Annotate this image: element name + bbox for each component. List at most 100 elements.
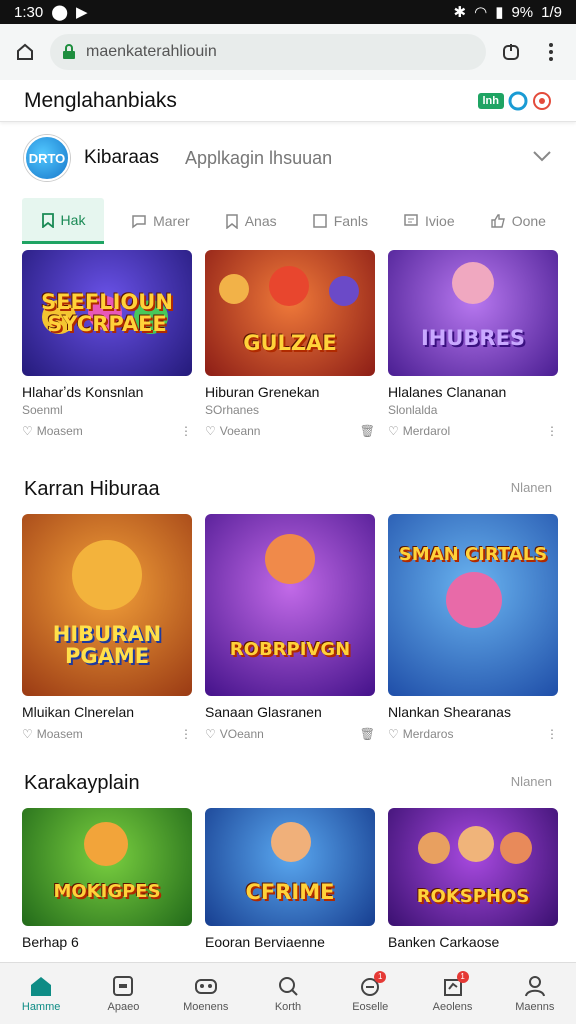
card-subtitle: Soenml <box>22 403 63 417</box>
play-icon: ▶ <box>76 4 88 21</box>
tab-fanls[interactable]: Fanls <box>304 198 376 244</box>
tab-hak[interactable]: Hak <box>22 198 104 244</box>
app-info-row[interactable]: DRTO Kibaraas Applkagin lhsuuan <box>0 126 576 190</box>
game-thumbnail[interactable]: SMAN CIRTALS <box>388 514 558 696</box>
menu-button[interactable] <box>536 37 566 67</box>
card-meta-text: Moasem <box>36 424 83 438</box>
nav-item-search[interactable]: Korth <box>252 975 324 1013</box>
delete-icon[interactable]: 🗑︎ <box>360 727 375 741</box>
user-icon <box>524 975 545 996</box>
nav-item-aeolens[interactable]: 1 Aeolens <box>417 970 489 1013</box>
card-meta: ♡ VOeann 🗑︎ <box>205 727 375 741</box>
url-bar[interactable]: maenkaterahliouin <box>50 34 486 70</box>
nav-label: Aeolens <box>432 1000 473 1013</box>
status-extra: 1/9 <box>541 3 562 21</box>
card-row-2: HIBURAN PGAME Mluikan Clnerelan ♡ Moasem … <box>22 514 558 741</box>
chevron-down-icon[interactable] <box>532 149 552 167</box>
card-title: Sanaan Glasranen <box>205 704 322 720</box>
nav-item-profile[interactable]: Maenns <box>499 975 571 1013</box>
section-more-link[interactable]: Nlanen <box>511 774 552 789</box>
notification-badge: 1 <box>456 970 469 983</box>
power-icon <box>503 44 519 60</box>
card-title: Banken Carkaose <box>388 934 500 950</box>
tab-label: Marer <box>153 213 190 229</box>
game-logo: ROBRPIVGN <box>229 638 351 660</box>
tab-label: Oone <box>511 213 546 229</box>
message-icon <box>404 214 418 226</box>
tab-label: Hak <box>60 211 86 228</box>
page-title: Menglahanbiaks <box>24 88 177 112</box>
game-thumbnail[interactable]: MOKIGPES <box>22 808 192 926</box>
home-icon <box>31 976 52 996</box>
wifi-icon: ◠ <box>474 4 488 21</box>
nav-item-eoselle[interactable]: 1 Eoselle <box>334 970 406 1013</box>
app-name: Kibaraas <box>84 147 159 168</box>
game-logo: MOKIGPES <box>53 880 161 902</box>
game-thumbnail[interactable]: CFRIME <box>205 808 375 926</box>
tab-marer[interactable]: Marer <box>123 198 198 244</box>
card-meta-text: Merdarol <box>402 424 451 438</box>
game-thumbnail[interactable]: HIBURAN PGAME <box>22 514 192 696</box>
game-card[interactable]: MOKIGPES Berhap 6 <box>22 808 192 950</box>
game-thumbnail[interactable]: ROKSPHOS <box>388 808 558 926</box>
game-thumbnail[interactable]: ROBRPIVGN <box>205 514 375 696</box>
app-round-icon[interactable] <box>508 91 528 111</box>
card-meta-text: Moasem <box>36 727 83 741</box>
game-card[interactable]: SEEFLIOUN SYCRPAEE Hlaharʼds Konsnlan So… <box>22 250 192 438</box>
card-subtitle: SOrhanes <box>205 403 260 417</box>
game-logo: SEEFLIOUN SYCRPAEE <box>41 289 173 336</box>
game-logo: SMAN CIRTALS <box>398 543 548 565</box>
heart-icon: ♡ <box>22 424 33 438</box>
section-title: Karakayplain <box>24 772 140 794</box>
card-title: Hiburan Grenekan <box>205 384 320 400</box>
header-badge[interactable]: lnh <box>477 92 504 109</box>
app-logo: DRTO <box>24 135 70 181</box>
heart-icon: ♡ <box>22 727 33 741</box>
notification-icon: ⬤ <box>51 4 68 21</box>
more-icon[interactable]: ⋮ <box>180 727 192 741</box>
nav-item-apaeo[interactable]: Apaeo <box>87 975 159 1013</box>
record-icon[interactable] <box>532 91 552 111</box>
section-more-link[interactable]: Nlanen <box>511 480 552 495</box>
game-thumbnail[interactable]: IHUBRES <box>388 250 558 376</box>
card-title: Eooran Berviaenne <box>205 934 325 950</box>
game-card[interactable]: SMAN CIRTALS Nlankan Shearanas ♡ Merdaros… <box>388 514 558 741</box>
signal-icon: ▮ <box>495 4 504 21</box>
tabs-button[interactable] <box>496 37 526 67</box>
game-thumbnail[interactable]: GULZAE <box>205 250 375 376</box>
more-icon[interactable]: ⋮ <box>180 424 192 438</box>
bluetooth-icon: ✱ <box>453 4 467 21</box>
game-card[interactable]: ROBRPIVGN Sanaan Glasranen ♡ VOeann 🗑︎ <box>205 514 375 741</box>
category-tabs: Hak Marer Anas Fanls Ivioe Oone <box>0 196 576 246</box>
more-icon[interactable]: ⋮ <box>546 727 558 741</box>
delete-icon[interactable]: 🗑︎ <box>360 424 375 438</box>
card-meta-text: Voeann <box>219 424 261 438</box>
home-button[interactable] <box>10 37 40 67</box>
card-meta: ♡ Moasem ⋮ <box>22 424 192 438</box>
game-card[interactable]: IHUBRES Hlalanes Clananan Slonlalda ♡ Mer… <box>388 250 558 438</box>
tab-label: Ivioe <box>425 213 455 229</box>
card-row-3: MOKIGPES Berhap 6 CFRIME Eooran Berviaen… <box>22 808 558 950</box>
game-thumbnail[interactable]: SEEFLIOUN SYCRPAEE <box>22 250 192 376</box>
tab-label: Anas <box>244 213 277 229</box>
tab-anas[interactable]: Anas <box>217 198 285 244</box>
card-title: Berhap 6 <box>22 934 79 950</box>
url-text: maenkaterahliouin <box>86 43 217 60</box>
game-card[interactable]: HIBURAN PGAME Mluikan Clnerelan ♡ Moasem … <box>22 514 192 741</box>
square-icon <box>113 975 134 996</box>
nav-item-moenens[interactable]: Moenens <box>170 975 242 1013</box>
nav-label: Apaeo <box>107 1000 140 1013</box>
bookmark-icon <box>41 212 54 228</box>
game-card[interactable]: CFRIME Eooran Berviaenne <box>205 808 375 950</box>
bottom-navigation: Hamme Apaeo Moenens Korth 1 Eoselle 1 Ae… <box>0 962 576 1024</box>
nav-label: Moenens <box>183 1000 229 1013</box>
tab-ivioe[interactable]: Ivioe <box>395 198 463 244</box>
game-card[interactable]: GULZAE Hiburan Grenekan SOrhanes ♡ Voeann… <box>205 250 375 438</box>
chat-icon <box>132 215 146 229</box>
card-meta: ♡ Moasem ⋮ <box>22 727 192 741</box>
more-icon[interactable]: ⋮ <box>546 424 558 438</box>
nav-item-home[interactable]: Hamme <box>5 975 77 1013</box>
game-card[interactable]: ROKSPHOS Banken Carkaose <box>388 808 558 950</box>
card-meta: ♡ Merdarol ⋮ <box>388 424 558 438</box>
tab-oone[interactable]: Oone <box>482 198 554 244</box>
